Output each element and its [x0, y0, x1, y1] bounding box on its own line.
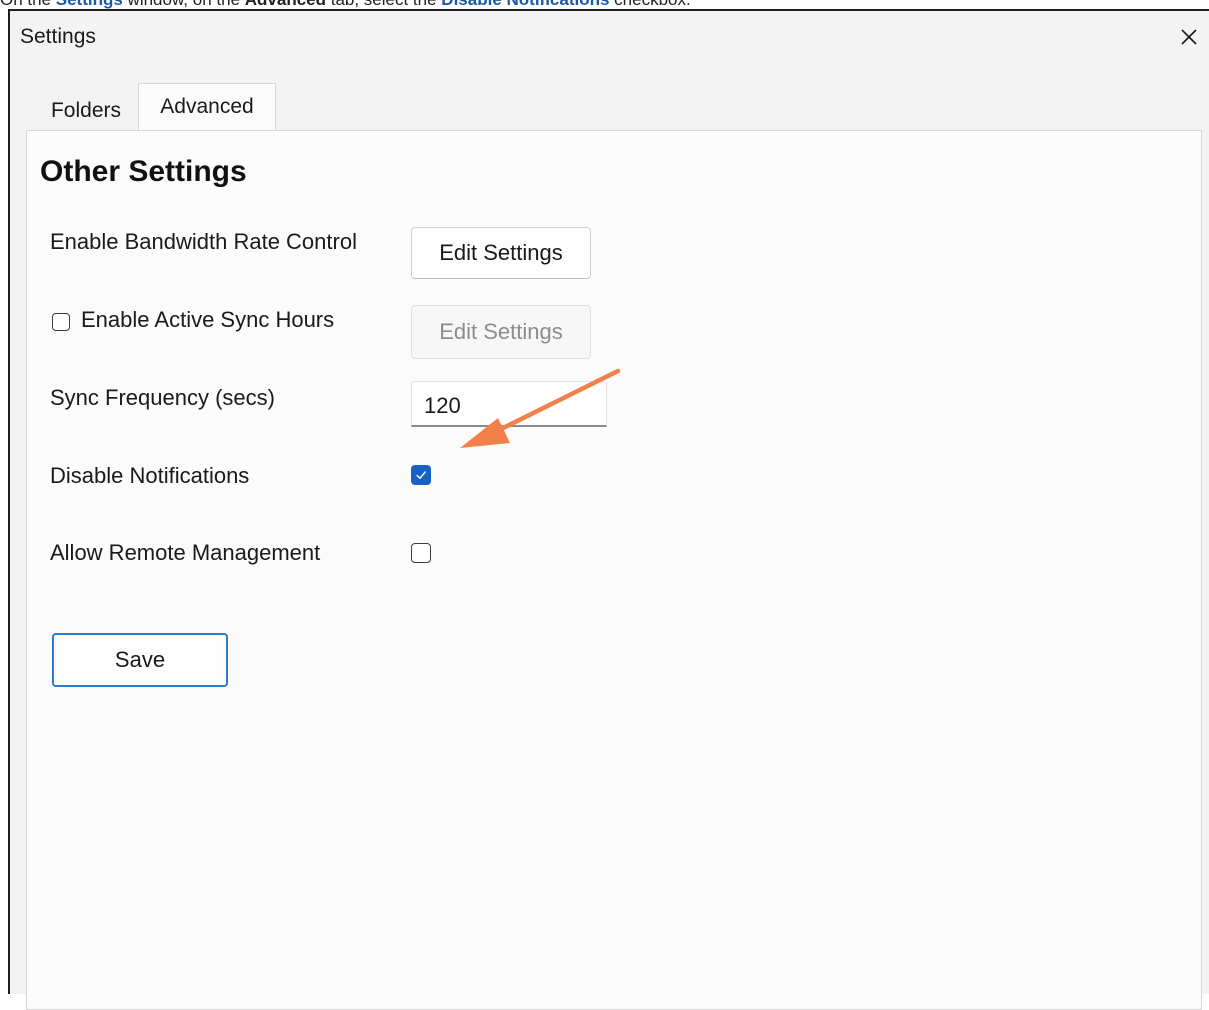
- remote-management-label: Allow Remote Management: [50, 540, 321, 565]
- close-button[interactable]: [1171, 19, 1207, 55]
- sync-frequency-label: Sync Frequency (secs): [50, 385, 275, 410]
- disable-notifications-checkbox[interactable]: [411, 465, 431, 485]
- disable-notifications-label: Disable Notifications: [50, 463, 250, 488]
- instruction-suffix: checkbox.: [609, 0, 691, 9]
- bandwidth-label: Enable Bandwidth Rate Control: [50, 229, 357, 254]
- sync-frequency-input[interactable]: [411, 381, 607, 427]
- instruction-target: Disable Notifications: [441, 0, 609, 9]
- tab-folders[interactable]: Folders: [36, 89, 136, 133]
- window-title: Settings: [20, 25, 96, 48]
- sync-hours-edit-settings-button[interactable]: Edit Settings: [411, 305, 591, 359]
- sync-hours-label: Enable Active Sync Hours: [81, 307, 335, 332]
- bandwidth-edit-settings-button[interactable]: Edit Settings: [411, 227, 591, 279]
- sync-hours-checkbox[interactable]: [52, 313, 70, 331]
- checkmark-icon: [416, 471, 426, 479]
- advanced-panel: Other Settings Enable Bandwidth Rate Con…: [26, 130, 1202, 1010]
- save-button[interactable]: Save: [52, 633, 228, 687]
- instruction-text: On the Settings window, on the Advanced …: [0, 0, 1209, 9]
- instruction-prefix: On the: [0, 0, 56, 9]
- tab-strip: Folders Advanced: [26, 77, 1206, 131]
- remote-management-checkbox[interactable]: [411, 543, 431, 563]
- tab-advanced[interactable]: Advanced: [138, 83, 276, 131]
- instruction-mid1: window, on the: [123, 0, 245, 9]
- instruction-mid2: tab, select the: [326, 0, 441, 9]
- instruction-tab-name: Advanced: [245, 0, 326, 9]
- close-icon: [1181, 29, 1197, 45]
- instruction-window-name: Settings: [56, 0, 123, 9]
- settings-window: Settings Folders Advanced Other Settings…: [8, 9, 1209, 1010]
- section-title: Other Settings: [40, 155, 247, 188]
- title-bar: Settings: [10, 11, 1209, 65]
